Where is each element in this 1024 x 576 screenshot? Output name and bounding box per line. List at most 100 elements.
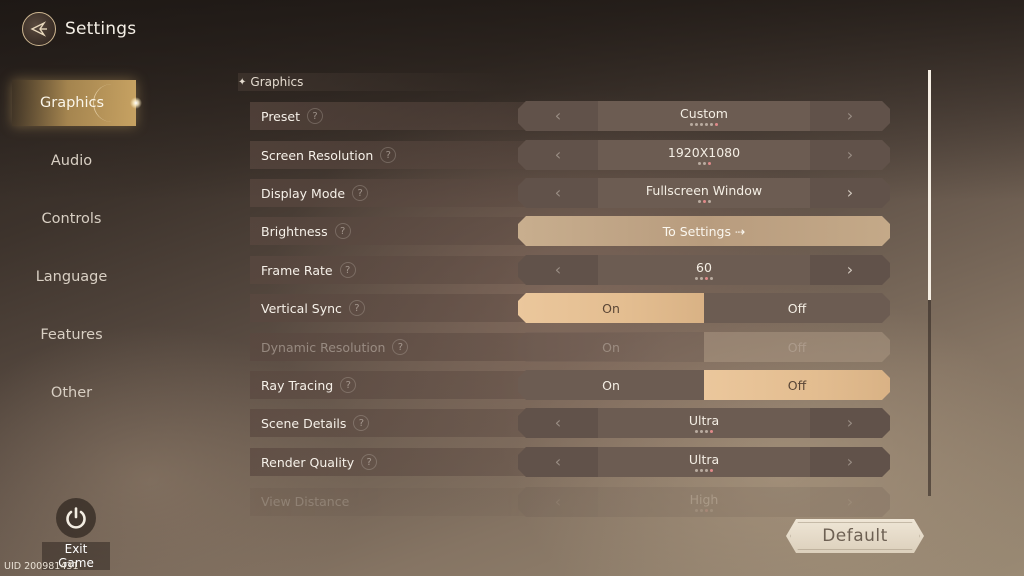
setting-label: Vertical Sync? <box>261 300 365 316</box>
sidebar-item-label: Features <box>40 327 103 343</box>
setting-label-text: Scene Details <box>261 415 347 431</box>
toggle-off-option: Off <box>704 332 890 362</box>
setting-row-frame-rate: Frame Rate? ‹ › 60 <box>250 255 892 285</box>
section-header: ✦ Graphics <box>238 73 508 91</box>
sidebar-item-graphics[interactable]: Graphics <box>12 80 142 126</box>
sidebar-item-audio[interactable]: Audio <box>0 132 143 190</box>
setting-selector: ‹ › High <box>518 487 890 517</box>
setting-label-text: Render Quality <box>261 454 355 470</box>
help-icon[interactable]: ? <box>380 147 397 163</box>
toggle-off-option[interactable]: Off <box>704 370 890 400</box>
toggle-on-option[interactable]: On <box>518 370 704 400</box>
sidebar-item-label: Controls <box>41 211 102 227</box>
setting-selector: ‹ › Ultra <box>518 447 890 477</box>
selector-value: High <box>689 492 719 507</box>
active-arc-decoration <box>93 84 130 122</box>
setting-row-display-mode: Display Mode? ‹ › Fullscreen Window <box>250 178 892 208</box>
sidebar-item-label: Other <box>50 385 93 401</box>
sidebar-item-features[interactable]: Features <box>0 306 143 364</box>
setting-toggle: On Off <box>518 332 890 362</box>
scrollbar-track[interactable] <box>928 70 931 496</box>
option-dot <box>702 200 706 203</box>
setting-label: Render Quality? <box>261 454 378 470</box>
scrollbar-thumb[interactable] <box>928 70 931 300</box>
to-settings-button[interactable]: To Settings ⇢ <box>518 216 890 246</box>
setting-label-text: Dynamic Resolution <box>261 339 386 355</box>
setting-label: Scene Details? <box>261 415 370 431</box>
help-icon[interactable]: ? <box>334 223 351 239</box>
setting-label: Screen Resolution? <box>261 147 397 163</box>
setting-label: Preset? <box>261 108 323 124</box>
option-dot <box>695 469 698 472</box>
setting-label: Frame Rate? <box>261 262 356 278</box>
setting-label: Display Mode? <box>261 185 369 201</box>
option-dot <box>715 123 718 126</box>
exit-game-button[interactable] <box>56 498 96 538</box>
selector-value: 1920X1080 <box>667 145 741 160</box>
section-title: Graphics <box>250 75 304 89</box>
help-icon[interactable]: ? <box>348 300 365 316</box>
setting-label-text: View Distance <box>261 494 350 509</box>
sidebar-item-controls[interactable]: Controls <box>0 190 143 248</box>
help-icon[interactable]: ? <box>306 108 323 124</box>
option-dot <box>710 509 713 512</box>
setting-toggle: On Off <box>518 370 890 400</box>
help-icon[interactable]: ? <box>353 415 370 431</box>
selector-value: Ultra <box>688 452 720 467</box>
help-icon[interactable]: ? <box>340 377 357 393</box>
option-dot <box>702 162 706 165</box>
selector-value: Fullscreen Window <box>645 183 763 198</box>
default-button-frame <box>790 522 920 550</box>
option-dot <box>690 123 693 126</box>
selector-value: Ultra <box>688 413 720 428</box>
option-dot <box>695 430 698 433</box>
option-indicator <box>518 469 890 472</box>
setting-row-dynamic-resolution: Dynamic Resolution? On Off <box>250 332 892 362</box>
sidebar-item-language[interactable]: Language <box>0 248 143 306</box>
setting-row-vertical-sync: Vertical Sync? On Off <box>250 293 892 323</box>
page-title: Settings <box>65 19 137 39</box>
help-icon[interactable]: ? <box>339 262 356 278</box>
setting-selector: ‹ › 60 <box>518 255 890 285</box>
option-dot <box>700 277 703 280</box>
setting-label-text: Brightness <box>261 223 328 239</box>
toggle-on-option[interactable]: On <box>518 293 704 323</box>
setting-label: Brightness? <box>261 223 351 239</box>
setting-row-render-quality: Render Quality? ‹ › Ultra <box>250 447 892 477</box>
default-button[interactable]: Default <box>786 519 924 553</box>
option-indicator <box>518 277 890 280</box>
option-dot <box>697 162 701 165</box>
option-dot <box>700 123 703 126</box>
setting-row-scene-details: Scene Details? ‹ › Ultra <box>250 408 892 438</box>
setting-row-view-distance: View Distance ‹ › High <box>250 487 892 517</box>
setting-label: Dynamic Resolution? <box>261 339 409 355</box>
sidebar-item-other[interactable]: Other <box>0 364 143 422</box>
help-icon[interactable]: ? <box>352 185 369 201</box>
setting-selector: ‹ › Custom <box>518 101 890 131</box>
toggle-off-option[interactable]: Off <box>704 293 890 323</box>
selector-value: 60 <box>696 260 712 275</box>
back-button[interactable] <box>22 12 56 46</box>
option-dot <box>695 509 698 512</box>
setting-label-text: Screen Resolution <box>261 147 374 163</box>
selector-value: Custom <box>680 106 728 121</box>
option-dot <box>705 430 708 433</box>
option-dot <box>710 469 713 472</box>
setting-row-screen-resolution: Screen Resolution? ‹ › 1920X1080 <box>250 140 892 170</box>
sidebar-item-label: Audio <box>50 153 93 169</box>
setting-label: View Distance <box>261 494 349 509</box>
setting-label: Ray Tracing? <box>261 377 357 393</box>
setting-row-brightness: Brightness? To Settings ⇢ <box>250 216 892 246</box>
option-dot <box>700 469 703 472</box>
setting-selector: ‹ › Ultra <box>518 408 890 438</box>
sparkle-icon <box>130 97 142 109</box>
user-id: UID 200981431 <box>4 561 79 572</box>
setting-selector: ‹ › 1920X1080 <box>518 140 890 170</box>
option-dot <box>705 469 708 472</box>
help-icon[interactable]: ? <box>361 454 378 470</box>
help-icon[interactable]: ? <box>392 339 409 355</box>
option-dot <box>710 123 713 126</box>
option-dot <box>695 123 698 126</box>
setting-label-text: Display Mode <box>261 185 346 201</box>
power-icon <box>66 507 86 529</box>
